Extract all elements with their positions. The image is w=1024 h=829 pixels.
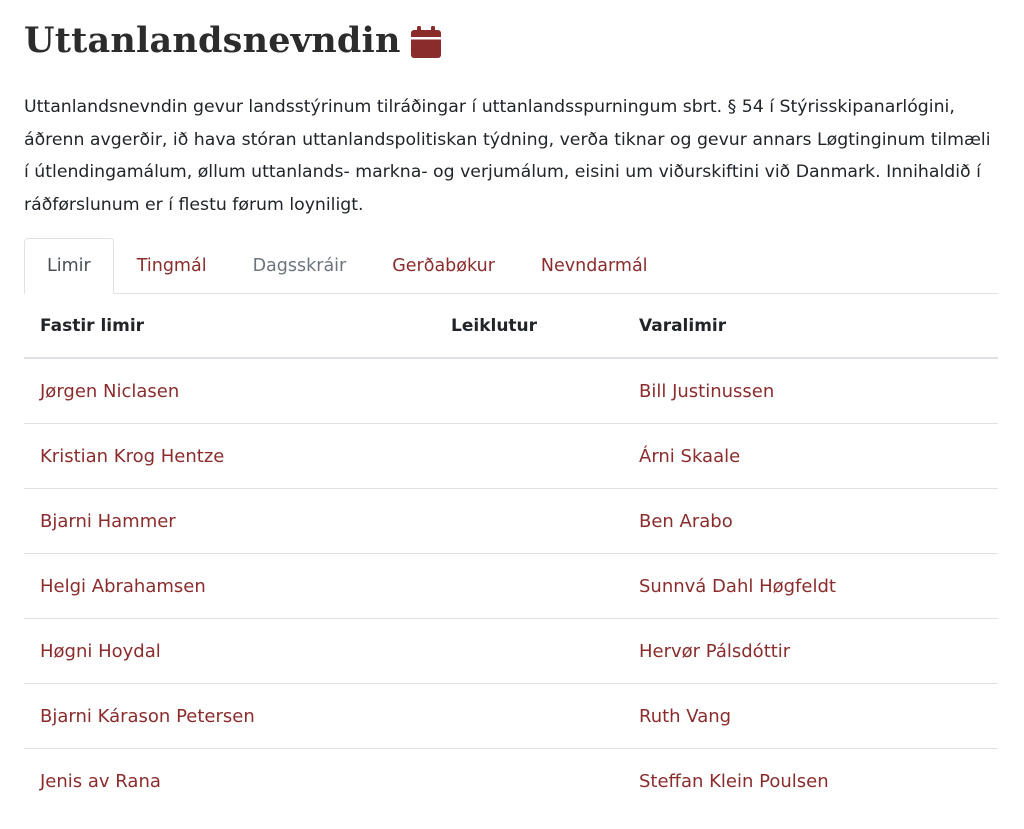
alternate-cell: Ruth Vang — [623, 683, 998, 749]
calendar-icon[interactable] — [410, 26, 441, 58]
member-link[interactable]: Helgi Abrahamsen — [40, 576, 206, 597]
tab-dagsskrair[interactable]: Dagsskráir — [230, 238, 370, 294]
member-link[interactable]: Jørgen Niclasen — [40, 381, 179, 402]
alternate-link[interactable]: Ruth Vang — [639, 706, 731, 727]
column-header-member: Fastir limir — [24, 294, 435, 359]
alternate-cell: Hervør Pálsdóttir — [623, 618, 998, 684]
member-cell: Høgni Hoydal — [24, 618, 435, 684]
role-cell — [435, 423, 623, 489]
alternate-cell: Ben Arabo — [623, 488, 998, 554]
role-cell — [435, 749, 623, 814]
page-title: Uttanlandsnevndin — [24, 19, 401, 61]
alternate-link[interactable]: Bill Justinussen — [639, 381, 774, 402]
table-row: Helgi Abrahamsen Sunnvá Dahl Høgfeldt — [24, 553, 998, 619]
committee-description: Uttanlandsnevndin gevur landsstýrinum ti… — [24, 97, 991, 215]
member-link[interactable]: Høgni Hoydal — [40, 641, 161, 662]
member-cell: Bjarni Kárason Petersen — [24, 683, 435, 749]
member-link[interactable]: Jenis av Rana — [40, 771, 161, 792]
role-cell — [435, 618, 623, 684]
column-header-role: Leiklutur — [435, 294, 623, 359]
alternate-cell: Bill Justinussen — [623, 358, 998, 424]
alternate-link[interactable]: Árni Skaale — [639, 446, 740, 467]
member-link[interactable]: Bjarni Hammer — [40, 511, 176, 532]
alternate-cell: Sunnvá Dahl Høgfeldt — [623, 553, 998, 619]
title-row: Uttanlandsnevndin — [24, 14, 441, 66]
table-row: Jørgen Niclasen Bill Justinussen — [24, 358, 998, 424]
tab-gerdabokur[interactable]: Gerðabøkur — [369, 238, 518, 294]
member-link[interactable]: Bjarni Kárason Petersen — [40, 706, 255, 727]
member-cell: Jenis av Rana — [24, 749, 435, 814]
table-row: Bjarni Hammer Ben Arabo — [24, 488, 998, 554]
tab-limir[interactable]: Limir — [24, 238, 114, 294]
tab-bar: Limir Tingmál Dagsskráir Gerðabøkur Nevn… — [24, 238, 998, 294]
members-table: Fastir limir Leiklutur Varalimir Jørgen … — [24, 294, 998, 813]
table-row: Jenis av Rana Steffan Klein Poulsen — [24, 749, 998, 814]
member-cell: Helgi Abrahamsen — [24, 553, 435, 619]
role-cell — [435, 358, 623, 424]
member-cell: Kristian Krog Hentze — [24, 423, 435, 489]
member-link[interactable]: Kristian Krog Hentze — [40, 446, 224, 467]
alternate-cell: Steffan Klein Poulsen — [623, 749, 998, 814]
table-header-row: Fastir limir Leiklutur Varalimir — [24, 294, 998, 359]
table-row: Bjarni Kárason Petersen Ruth Vang — [24, 683, 998, 749]
tab-nevndarmal[interactable]: Nevndarmál — [518, 238, 671, 294]
alternate-link[interactable]: Sunnvá Dahl Høgfeldt — [639, 576, 836, 597]
member-cell: Jørgen Niclasen — [24, 358, 435, 424]
alternate-link[interactable]: Hervør Pálsdóttir — [639, 641, 790, 662]
alternate-cell: Árni Skaale — [623, 423, 998, 489]
role-cell — [435, 683, 623, 749]
table-row: Kristian Krog Hentze Árni Skaale — [24, 423, 998, 489]
role-cell — [435, 553, 623, 619]
role-cell — [435, 488, 623, 554]
table-row: Høgni Hoydal Hervør Pálsdóttir — [24, 618, 998, 684]
column-header-alternate: Varalimir — [623, 294, 998, 359]
alternate-link[interactable]: Steffan Klein Poulsen — [639, 771, 829, 792]
tab-tingmal[interactable]: Tingmál — [114, 238, 230, 294]
member-cell: Bjarni Hammer — [24, 488, 435, 554]
alternate-link[interactable]: Ben Arabo — [639, 511, 733, 532]
